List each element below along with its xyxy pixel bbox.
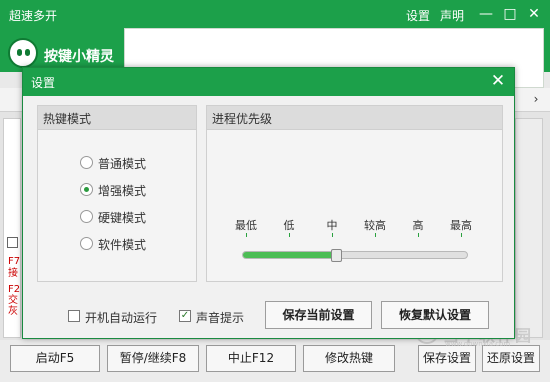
pause-resume-button[interactable]: 暂停/继续F8 — [107, 345, 199, 372]
priority-slider-fill — [243, 252, 336, 258]
restore-default-settings-button[interactable]: 恢复默认设置 — [381, 301, 489, 329]
minimize-icon[interactable]: — — [477, 5, 495, 23]
process-priority-header: 进程优先级 — [207, 106, 502, 130]
watermark-url: www.downxia.com — [445, 340, 511, 348]
priority-label-low: 低 — [283, 219, 295, 232]
save-settings-button[interactable]: 保存设置 — [418, 345, 476, 372]
save-current-settings-button[interactable]: 保存当前设置 — [265, 301, 372, 329]
logo-text: 按键小精灵 — [44, 49, 114, 65]
dialog-titlebar: 设置 ✕ — [23, 68, 514, 96]
priority-tick — [375, 233, 376, 237]
radio-label: 普通模式 — [98, 157, 147, 171]
left-text-line: 灰 — [8, 306, 18, 317]
priority-tick — [289, 233, 290, 237]
hotkey-mode-header: 热键模式 — [38, 106, 196, 130]
priority-label-above-normal: 较高 — [364, 219, 386, 232]
hotkey-mode-group: 热键模式 普通模式 增强模式 硬键模式 软件模式 — [37, 105, 197, 282]
restore-settings-button[interactable]: 还原设置 — [482, 345, 540, 372]
radio-button[interactable] — [80, 183, 93, 196]
process-priority-title: 进程优先级 — [212, 112, 273, 126]
script-checkbox[interactable] — [7, 237, 18, 248]
modify-hotkey-button[interactable]: 修改热键 — [303, 345, 395, 372]
priority-label-lowest: 最低 — [235, 219, 257, 232]
maximize-icon[interactable]: □ — [501, 5, 519, 23]
about-menu-link[interactable]: 声明 — [440, 7, 464, 24]
right-panel — [515, 118, 543, 338]
dialog-title: 设置 — [31, 76, 56, 90]
left-text-line: 接 — [8, 268, 18, 279]
priority-slider-track[interactable] — [242, 249, 468, 262]
priority-label-normal: 中 — [326, 219, 338, 232]
close-icon[interactable]: ✕ — [525, 5, 543, 23]
start-button[interactable]: 启动F5 — [10, 345, 100, 372]
sound-prompt-label: 声音提示 — [196, 311, 245, 325]
settings-dialog: 设置 ✕ 热键模式 普通模式 增强模式 硬键模式 软件模式 进程优先级 最低 低 — [22, 67, 515, 339]
priority-label-high: 高 — [412, 219, 424, 232]
settings-menu-link[interactable]: 设置 — [406, 7, 430, 24]
chevron-right-icon[interactable]: › — [528, 91, 544, 107]
mascot-icon — [8, 38, 38, 68]
check-icon[interactable]: ✓ — [179, 310, 191, 322]
radio-label: 增强模式 — [98, 184, 147, 198]
left-text-line: F7 — [8, 256, 21, 267]
priority-slider-thumb[interactable] — [330, 249, 342, 262]
stop-button[interactable]: 中止F12 — [206, 345, 296, 372]
app-title: 超速多开 — [9, 9, 58, 23]
dialog-close-icon[interactable]: ✕ — [488, 71, 508, 91]
priority-label-highest: 最高 — [450, 219, 472, 232]
main-titlebar: 超速多开 设置 声明 — □ ✕ — [0, 0, 550, 30]
radio-label: 软件模式 — [98, 238, 147, 252]
left-text-line: F2 — [8, 284, 21, 295]
radio-label: 硬键模式 — [98, 211, 147, 225]
radio-button[interactable] — [80, 156, 93, 169]
priority-tick — [246, 233, 247, 237]
left-text-line: 交 — [8, 295, 18, 306]
checkbox-box[interactable] — [68, 310, 80, 322]
hotkey-mode-title: 热键模式 — [43, 112, 92, 126]
priority-tick — [418, 233, 419, 237]
radio-button[interactable] — [80, 237, 93, 250]
priority-tick — [461, 233, 462, 237]
priority-tick — [332, 233, 333, 237]
autostart-label: 开机自动运行 — [85, 311, 158, 325]
radio-button[interactable] — [80, 210, 93, 223]
process-priority-group: 进程优先级 最低 低 中 较高 高 最高 — [206, 105, 503, 282]
